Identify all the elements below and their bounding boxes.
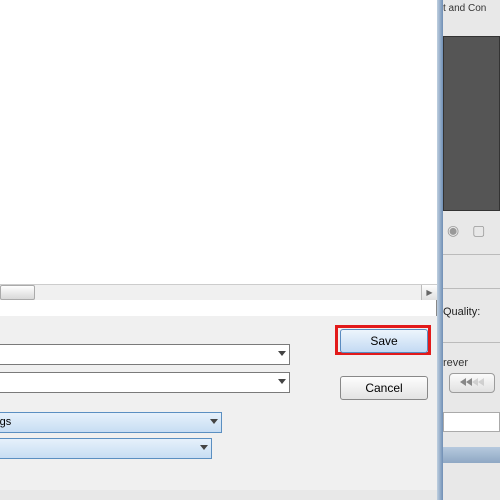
background-bottom-panel bbox=[443, 463, 500, 500]
save-button[interactable]: Save bbox=[340, 329, 428, 353]
settings-value: ttings bbox=[0, 416, 11, 428]
settings-dropdown[interactable]: ttings bbox=[0, 412, 222, 433]
save-button-label: Save bbox=[370, 334, 397, 348]
chevron-down-icon bbox=[278, 351, 286, 356]
divider bbox=[443, 288, 500, 289]
format-dropdown[interactable]: nly bbox=[0, 372, 290, 393]
quality-label: Quality: bbox=[443, 306, 480, 318]
background-text-input[interactable] bbox=[443, 412, 500, 432]
loop-label: rever bbox=[443, 357, 468, 369]
divider bbox=[443, 254, 500, 255]
file-list-horizontal-scrollbar[interactable]: ▶ bbox=[0, 284, 437, 300]
sub-settings-dropdown[interactable] bbox=[0, 438, 212, 459]
globe-icon[interactable]: ◉ bbox=[447, 222, 465, 240]
background-status-bar bbox=[443, 447, 500, 463]
cancel-button[interactable]: Cancel bbox=[340, 376, 428, 400]
scrollbar-right-arrow[interactable]: ▶ bbox=[421, 285, 437, 300]
tool-icon[interactable]: ▢ bbox=[472, 222, 490, 240]
chevron-down-icon bbox=[210, 419, 218, 424]
divider bbox=[443, 342, 500, 343]
rewind-icon bbox=[460, 377, 484, 387]
filename-dropdown[interactable] bbox=[0, 344, 290, 365]
background-window-title: t and Con bbox=[443, 3, 486, 14]
cancel-button-label: Cancel bbox=[365, 381, 402, 395]
chevron-down-icon bbox=[278, 379, 286, 384]
chevron-down-icon bbox=[200, 445, 208, 450]
preview-pane bbox=[443, 36, 500, 211]
rewind-button[interactable] bbox=[449, 373, 495, 393]
scrollbar-thumb[interactable] bbox=[0, 285, 35, 300]
